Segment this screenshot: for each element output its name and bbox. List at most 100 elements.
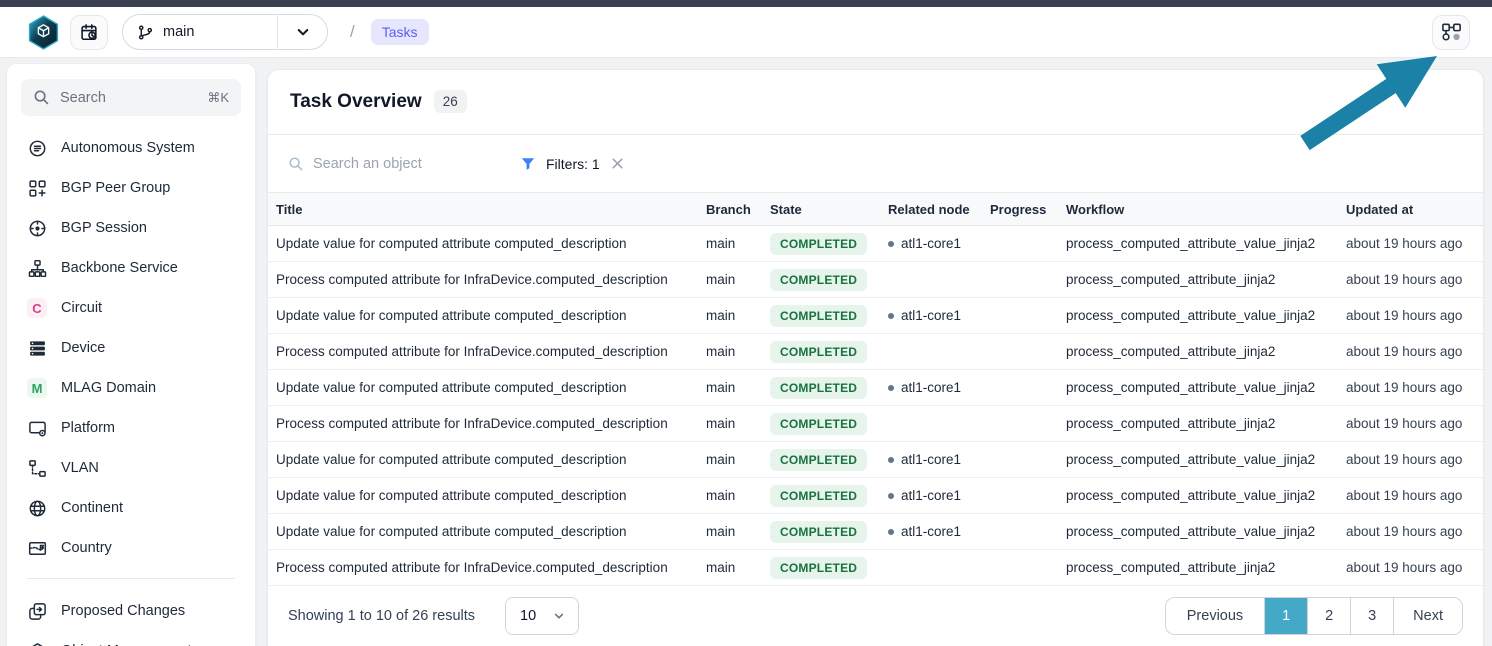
page-size-value: 10 xyxy=(520,608,536,624)
related-node-name: atl1-core1 xyxy=(901,488,961,503)
table-row[interactable]: Update value for computed attribute comp… xyxy=(268,298,1483,334)
sidebar-item-backbone-service[interactable]: Backbone Service xyxy=(21,248,241,288)
status-badge: COMPLETED xyxy=(770,269,867,291)
table-row[interactable]: Update value for computed attribute comp… xyxy=(268,514,1483,550)
results-summary: Showing 1 to 10 of 26 results xyxy=(288,608,475,624)
task-state-cell: COMPLETED xyxy=(770,377,888,399)
sidebar-search-placeholder: Search xyxy=(60,90,106,106)
object-search-input[interactable] xyxy=(313,156,473,172)
task-updated-at: about 19 hours ago xyxy=(1346,380,1483,395)
branch-selector[interactable]: main xyxy=(122,14,328,50)
pagination-previous-button[interactable]: Previous xyxy=(1166,598,1264,634)
breadcrumb-tasks[interactable]: Tasks xyxy=(371,19,429,45)
status-badge: COMPLETED xyxy=(770,521,867,543)
sidebar-item-label: BGP Session xyxy=(61,220,147,236)
sidebar-search[interactable]: Search ⌘K xyxy=(21,79,241,116)
task-workflow: process_computed_attribute_value_jinja2 xyxy=(1066,236,1346,251)
vlan-icon xyxy=(27,458,47,478)
sidebar-item-label: Platform xyxy=(61,420,115,436)
task-state-cell: COMPLETED xyxy=(770,341,888,363)
task-state-cell: COMPLETED xyxy=(770,485,888,507)
status-badge: COMPLETED xyxy=(770,305,867,327)
related-node-name: atl1-core1 xyxy=(901,236,961,251)
table-row[interactable]: Process computed attribute for InfraDevi… xyxy=(268,334,1483,370)
sidebar-item-country[interactable]: Country xyxy=(21,528,241,568)
backbone-service-icon xyxy=(27,258,47,278)
sidebar-item-vlan[interactable]: VLAN xyxy=(21,448,241,488)
column-branch: Branch xyxy=(706,202,770,217)
sidebar-item-label: Country xyxy=(61,540,112,556)
schema-visualizer-button[interactable] xyxy=(1432,15,1470,50)
column-title: Title xyxy=(268,202,706,217)
task-branch: main xyxy=(706,488,770,503)
search-shortcut: ⌘K xyxy=(207,90,229,106)
device-icon xyxy=(27,338,47,358)
task-state-cell: COMPLETED xyxy=(770,233,888,255)
task-updated-at: about 19 hours ago xyxy=(1346,344,1483,359)
task-workflow: process_computed_attribute_jinja2 xyxy=(1066,560,1346,575)
task-updated-at: about 19 hours ago xyxy=(1346,524,1483,539)
table-row[interactable]: Process computed attribute for InfraDevi… xyxy=(268,406,1483,442)
branch-name: main xyxy=(163,24,194,40)
task-updated-at: about 19 hours ago xyxy=(1346,488,1483,503)
page-size-select[interactable]: 10 xyxy=(505,597,579,635)
task-title: Update value for computed attribute comp… xyxy=(268,308,706,323)
table-row[interactable]: Update value for computed attribute comp… xyxy=(268,226,1483,262)
column-workflow: Workflow xyxy=(1066,202,1346,217)
branch-dropdown-toggle[interactable] xyxy=(277,15,327,49)
chevron-down-icon xyxy=(294,23,312,41)
sidebar-item-label: Device xyxy=(61,340,105,356)
sidebar-item-bgp-peer-group[interactable]: BGP Peer Group xyxy=(21,168,241,208)
table-row[interactable]: Process computed attribute for InfraDevi… xyxy=(268,550,1483,586)
sidebar-item-circuit[interactable]: CCircuit xyxy=(21,288,241,328)
pagination-page-3[interactable]: 3 xyxy=(1350,598,1393,634)
status-badge: COMPLETED xyxy=(770,413,867,435)
task-updated-at: about 19 hours ago xyxy=(1346,272,1483,287)
sidebar-item-label: VLAN xyxy=(61,460,99,476)
filters-count-label: Filters: 1 xyxy=(546,156,600,172)
task-title: Process computed attribute for InfraDevi… xyxy=(268,272,706,287)
sidebar-item-object-management[interactable]: Object Management xyxy=(21,631,241,646)
filter-funnel-icon[interactable] xyxy=(520,156,536,172)
status-badge: COMPLETED xyxy=(770,233,867,255)
country-map-icon xyxy=(27,538,47,558)
table-row[interactable]: Process computed attribute for InfraDevi… xyxy=(268,262,1483,298)
pagination-page-2[interactable]: 2 xyxy=(1307,598,1350,634)
table-row[interactable]: Update value for computed attribute comp… xyxy=(268,370,1483,406)
sidebar-item-autonomous-system[interactable]: Autonomous System xyxy=(21,128,241,168)
object-search xyxy=(288,156,498,172)
task-workflow: process_computed_attribute_value_jinja2 xyxy=(1066,380,1346,395)
sidebar-item-label: BGP Peer Group xyxy=(61,180,170,196)
bgp-peer-group-icon xyxy=(27,178,47,198)
sidebar-item-device[interactable]: Device xyxy=(21,328,241,368)
table-row[interactable]: Update value for computed attribute comp… xyxy=(268,442,1483,478)
window-top-strip xyxy=(0,0,1492,7)
pagination-next-button[interactable]: Next xyxy=(1393,598,1462,634)
status-badge: COMPLETED xyxy=(770,557,867,579)
calendar-clock-button[interactable] xyxy=(70,15,108,50)
task-branch: main xyxy=(706,452,770,467)
task-state-cell: COMPLETED xyxy=(770,557,888,579)
task-workflow: process_computed_attribute_value_jinja2 xyxy=(1066,488,1346,503)
sidebar-item-bgp-session[interactable]: BGP Session xyxy=(21,208,241,248)
infrahub-logo-icon[interactable] xyxy=(26,14,60,50)
task-updated-at: about 19 hours ago xyxy=(1346,308,1483,323)
table-body: Update value for computed attribute comp… xyxy=(268,226,1483,586)
task-title: Process computed attribute for InfraDevi… xyxy=(268,560,706,575)
task-title: Update value for computed attribute comp… xyxy=(268,524,706,539)
sidebar-item-mlag-domain[interactable]: MMLAG Domain xyxy=(21,368,241,408)
page-title: Task Overview xyxy=(290,91,422,113)
clear-filters-icon[interactable] xyxy=(610,156,625,171)
task-title: Update value for computed attribute comp… xyxy=(268,380,706,395)
pagination-page-1[interactable]: 1 xyxy=(1264,598,1307,634)
task-workflow: process_computed_attribute_value_jinja2 xyxy=(1066,308,1346,323)
column-state: State xyxy=(770,202,888,217)
task-branch: main xyxy=(706,416,770,431)
task-updated-at: about 19 hours ago xyxy=(1346,452,1483,467)
column-related-node: Related node xyxy=(888,202,990,217)
sidebar-item-continent[interactable]: Continent xyxy=(21,488,241,528)
sidebar-item-proposed-changes[interactable]: Proposed Changes xyxy=(21,591,241,631)
related-node-name: atl1-core1 xyxy=(901,380,961,395)
sidebar-item-platform[interactable]: Platform xyxy=(21,408,241,448)
table-row[interactable]: Update value for computed attribute comp… xyxy=(268,478,1483,514)
